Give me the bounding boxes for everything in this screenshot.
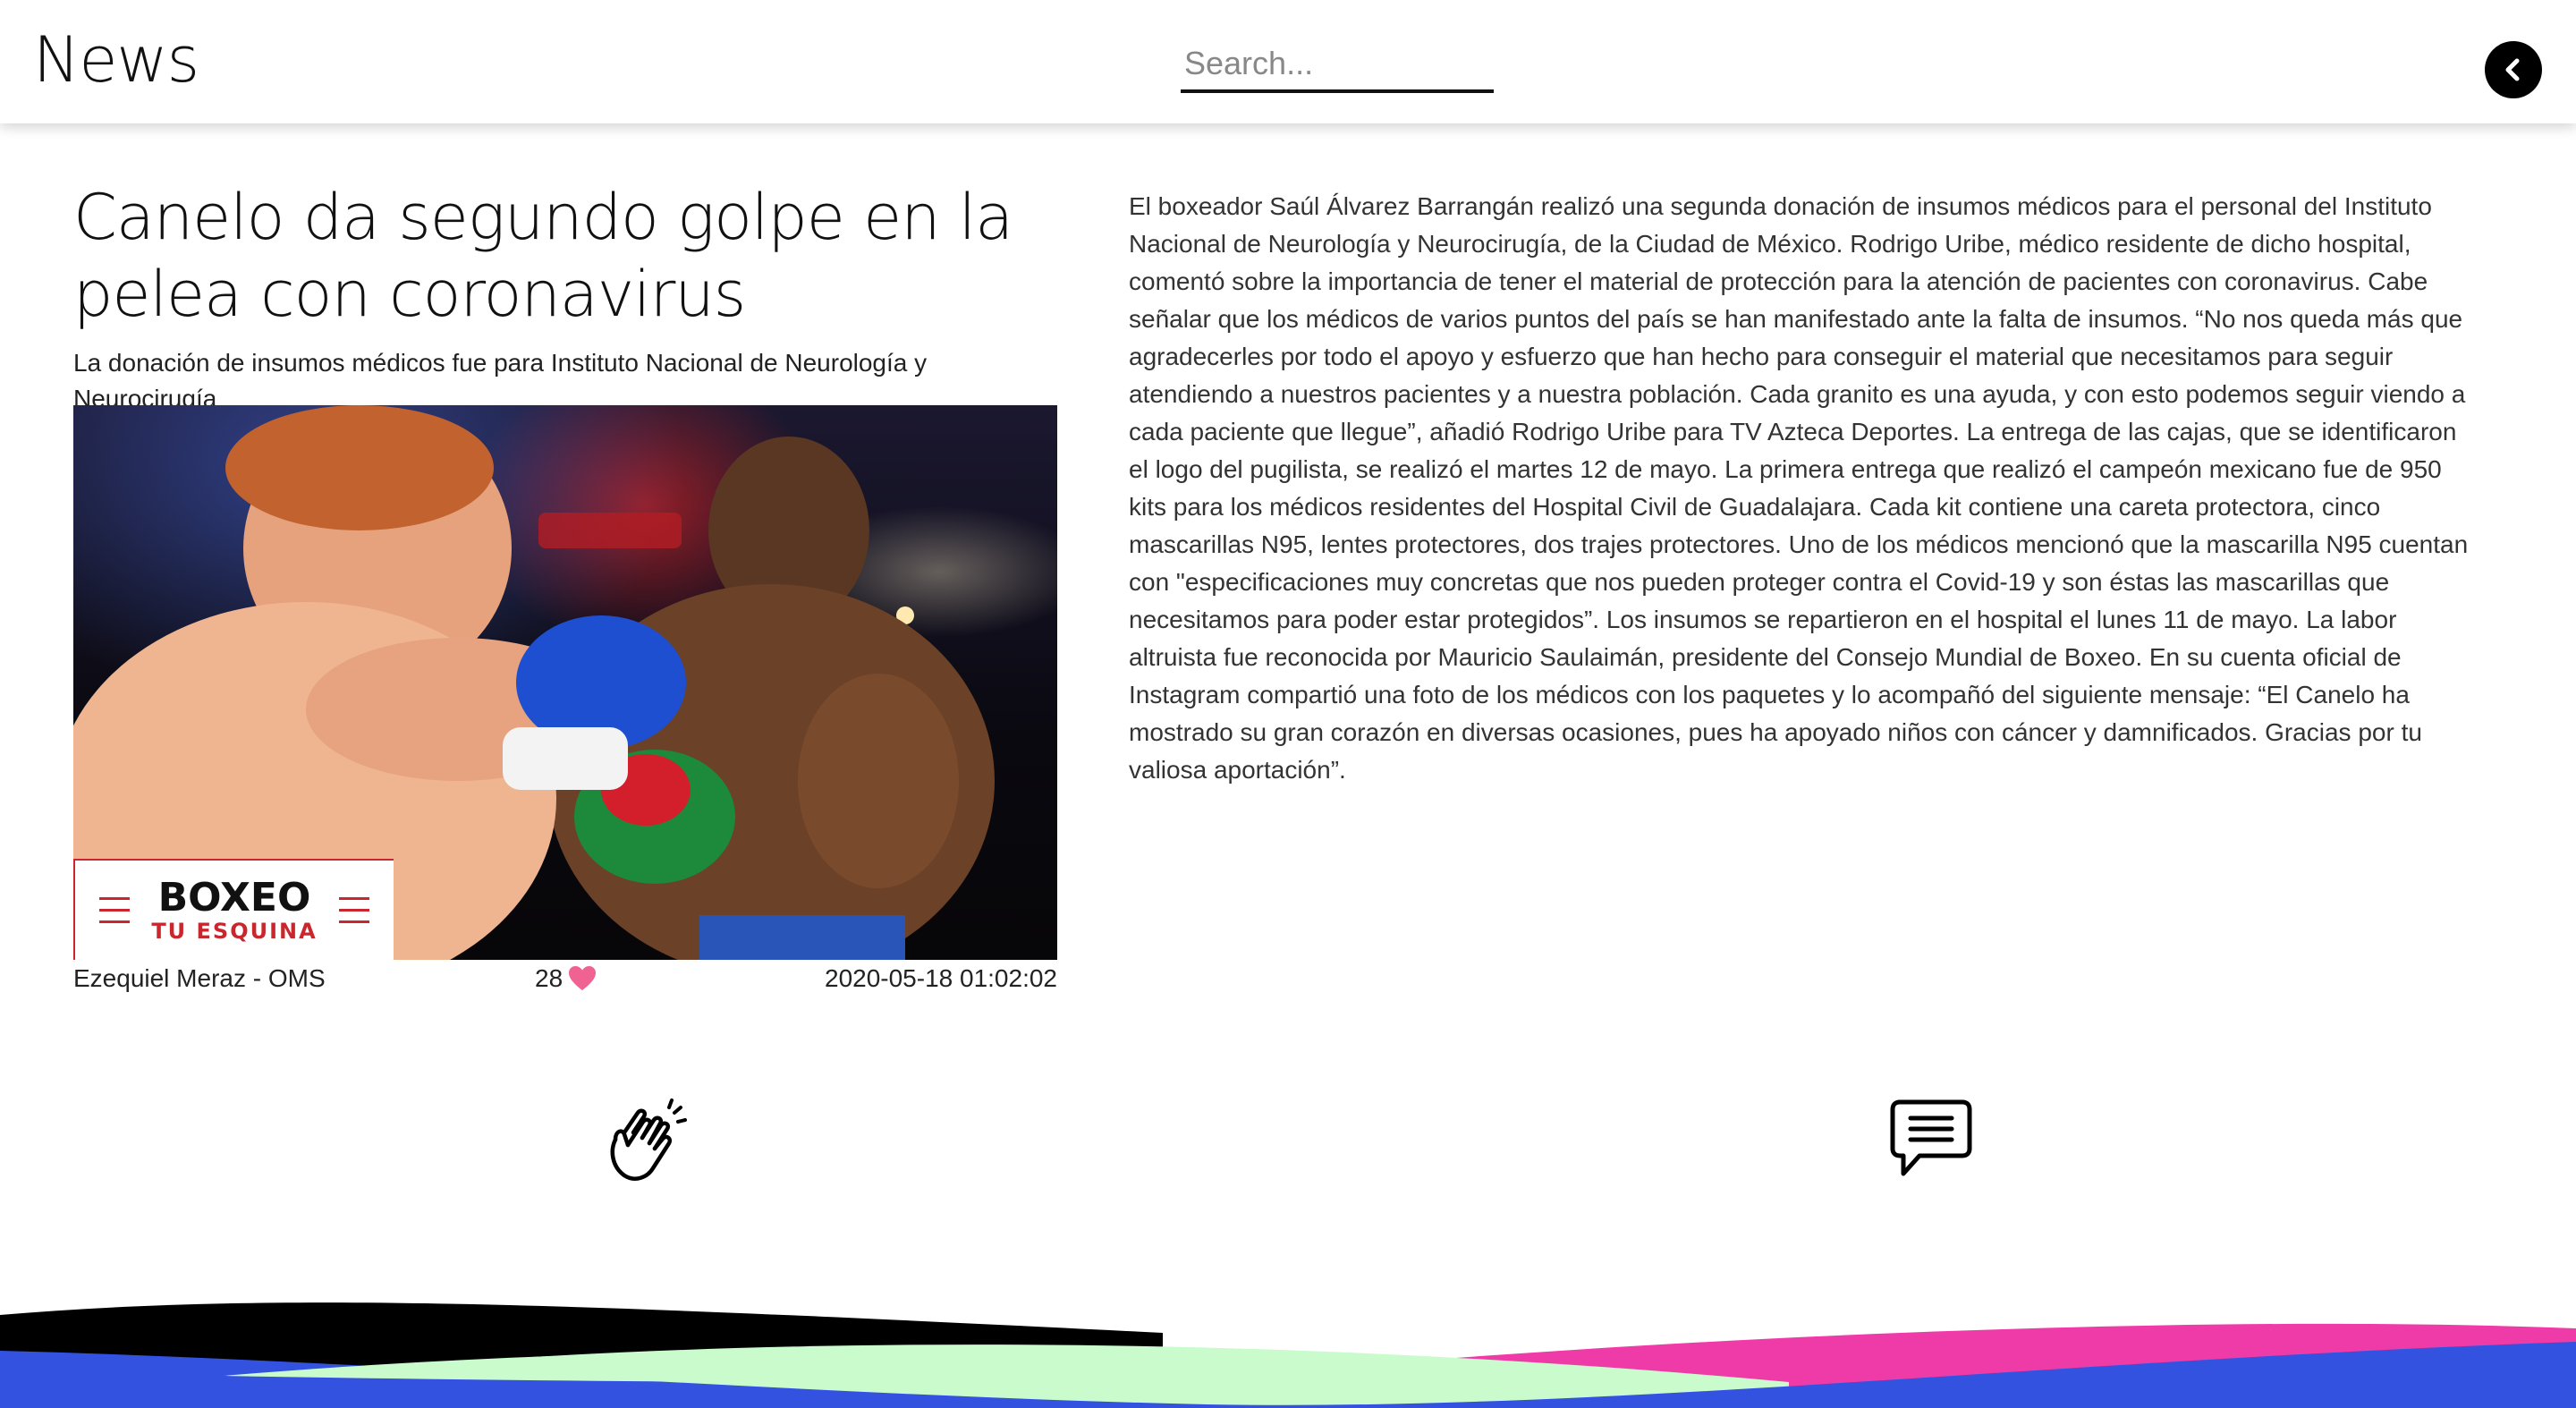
search-box <box>1181 32 1494 93</box>
article-author: Ezequiel Meraz - OMS <box>73 964 326 992</box>
boxeo-tu-esquina-logo: BOXEO TU ESQUINA <box>73 859 394 960</box>
comment-button[interactable] <box>1889 1098 1973 1179</box>
article-title: Canelo da segundo golpe en la pelea con … <box>73 181 1013 331</box>
comment-bubble-icon <box>1890 1099 1972 1176</box>
search-input[interactable] <box>1181 32 1494 89</box>
top-header: News <box>0 0 2576 123</box>
logo-lines-left <box>99 888 131 932</box>
article-meta: Ezequiel Meraz - OMS 28 2020-05-18 01:02… <box>73 964 1057 1000</box>
chevron-left-icon <box>2505 58 2520 81</box>
article-date: 2020-05-18 01:02:02 <box>825 964 1057 992</box>
clapping-hands-icon <box>610 1098 687 1181</box>
back-button[interactable] <box>2485 41 2542 98</box>
logo-lines-right <box>338 888 369 932</box>
footer-waves <box>0 1302 2576 1408</box>
article-body: El boxeador Saúl Álvarez Barrangán reali… <box>1129 192 2469 784</box>
clap-button[interactable] <box>597 1097 687 1186</box>
like-button[interactable]: 28 <box>535 964 597 993</box>
logo-sub-text: TU ESQUINA <box>151 918 318 944</box>
news-article-page: News Canelo da segundo golpe en la pelea… <box>0 0 2576 1408</box>
brand-title: News <box>33 23 199 97</box>
heart-icon <box>569 966 597 990</box>
like-count: 28 <box>535 964 564 992</box>
logo-main-text: BOXEO <box>157 874 311 920</box>
